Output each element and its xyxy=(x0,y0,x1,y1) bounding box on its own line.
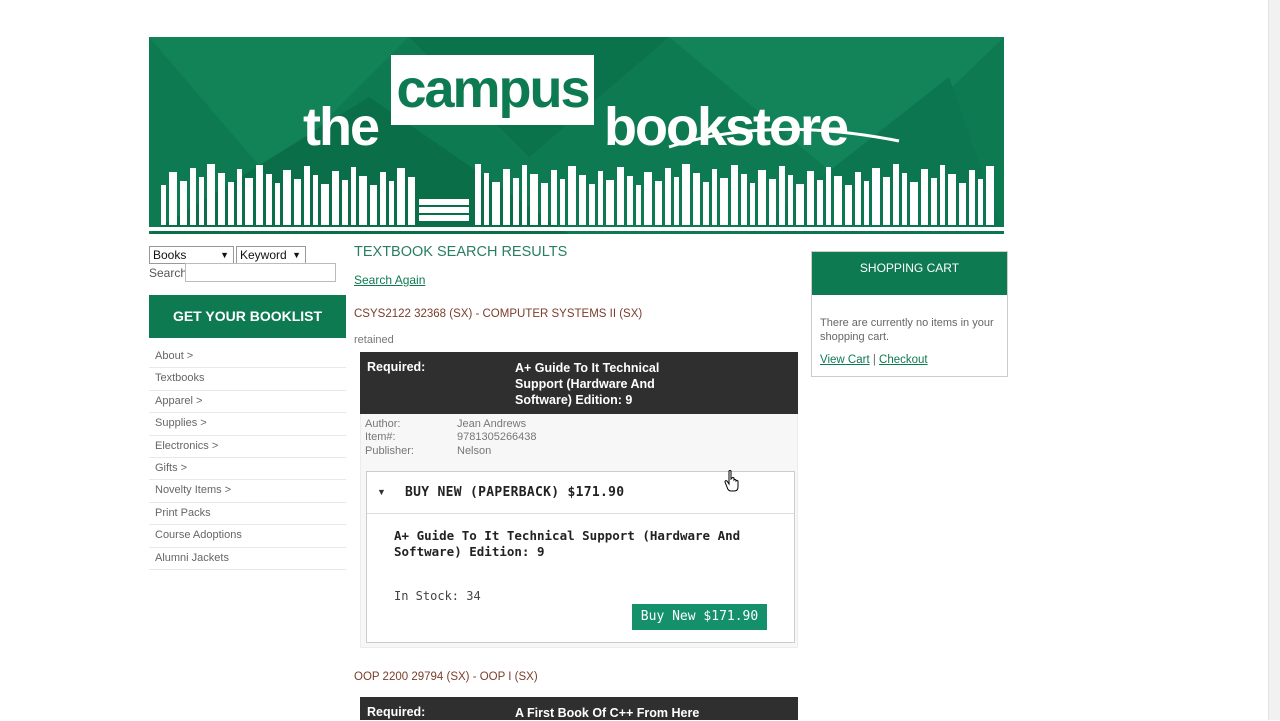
sidebar-item-textbooks[interactable]: Textbooks xyxy=(149,368,346,391)
search-type-select[interactable]: Keyword ▼ xyxy=(236,246,306,264)
chevron-down-icon: ▼ xyxy=(220,250,229,260)
shopping-cart-box: SHOPPING CART There are currently no ite… xyxy=(811,251,1008,377)
page-title: TEXTBOOK SEARCH RESULTS xyxy=(354,244,568,260)
sidebar-item-gifts[interactable]: Gifts > xyxy=(149,458,346,481)
caret-down-icon: ▼ xyxy=(377,487,386,497)
search-type-value: Keyword xyxy=(240,248,287,262)
search-input[interactable] xyxy=(185,263,336,282)
sidebar-item-apparel[interactable]: Apparel > xyxy=(149,391,346,414)
book-title: A+ Guide To It Technical Support (Hardwa… xyxy=(515,361,660,407)
item-value: 9781305266438 xyxy=(457,431,537,443)
sidebar-item-novelty-items[interactable]: Novelty Items > xyxy=(149,480,346,503)
cart-title: SHOPPING CART xyxy=(812,252,1007,295)
chevron-down-icon: ▼ xyxy=(292,250,301,260)
required-book-header: Required: A+ Guide To It Technical Suppo… xyxy=(360,352,798,414)
sidebar-item-course-adoptions[interactable]: Course Adoptions xyxy=(149,525,346,548)
buy-new-button[interactable]: Buy New $171.90 xyxy=(632,604,767,630)
site-banner[interactable]: the campus bookstore xyxy=(149,37,1004,234)
book-title: A First Book Of C++ From Here xyxy=(515,706,700,720)
category-select[interactable]: Books ▼ xyxy=(149,246,234,264)
cart-empty-message: There are currently no items in your sho… xyxy=(820,317,994,343)
sidebar-item-about[interactable]: About > xyxy=(149,346,346,369)
hand-cursor-icon xyxy=(724,470,739,492)
author-label: Author: xyxy=(365,418,401,430)
item-row: Item#: 9781305266438 xyxy=(365,431,537,443)
search-again-link[interactable]: Search Again xyxy=(354,273,425,287)
course-heading: OOP 2200 29794 (SX) - OOP I (SX) xyxy=(354,671,538,683)
bookshelf-illustration xyxy=(149,127,1004,231)
sidebar-item-electronics[interactable]: Electronics > xyxy=(149,436,346,458)
option-book-title: A+ Guide To It Technical Support (Hardwa… xyxy=(394,528,741,559)
sidebar-item-print-packs[interactable]: Print Packs xyxy=(149,503,346,526)
sidebar-nav: About > Textbooks Apparel > Supplies > E… xyxy=(149,346,346,570)
publisher-value: Nelson xyxy=(457,445,492,457)
author-row: Author: Jean Andrews xyxy=(365,418,526,430)
checkout-link[interactable]: Checkout xyxy=(879,354,928,366)
sidebar-item-supplies[interactable]: Supplies > xyxy=(149,413,346,436)
cropped-heading-fragment xyxy=(149,0,409,3)
purchase-option-panel: ▼ BUY NEW (PAPERBACK) $171.90 A+ Guide T… xyxy=(366,471,795,643)
category-select-value: Books xyxy=(153,248,187,262)
required-book-header: Required: A First Book Of C++ From Here xyxy=(360,697,798,720)
cart-link-separator: | xyxy=(872,354,876,366)
course-note: retained xyxy=(354,334,394,346)
view-cart-link[interactable]: View Cart xyxy=(820,354,870,366)
get-booklist-button[interactable]: GET YOUR BOOKLIST xyxy=(149,295,346,338)
course-heading: CSYS2122 32368 (SX) - COMPUTER SYSTEMS I… xyxy=(354,308,643,320)
publisher-label: Publisher: xyxy=(365,445,414,457)
search-label: Search xyxy=(149,266,188,280)
cart-links: View Cart | Checkout xyxy=(820,354,928,366)
author-value: Jean Andrews xyxy=(457,418,527,430)
scrollbar-track[interactable] xyxy=(1268,0,1280,720)
purchase-option-header: BUY NEW (PAPERBACK) $171.90 xyxy=(405,485,625,500)
required-label: Required: xyxy=(367,705,426,719)
required-label: Required: xyxy=(367,360,426,374)
item-label: Item#: xyxy=(365,431,396,443)
publisher-row: Publisher: Nelson xyxy=(365,445,491,457)
stock-status: In Stock: 34 xyxy=(394,589,481,603)
sidebar-item-alumni-jackets[interactable]: Alumni Jackets xyxy=(149,548,346,570)
